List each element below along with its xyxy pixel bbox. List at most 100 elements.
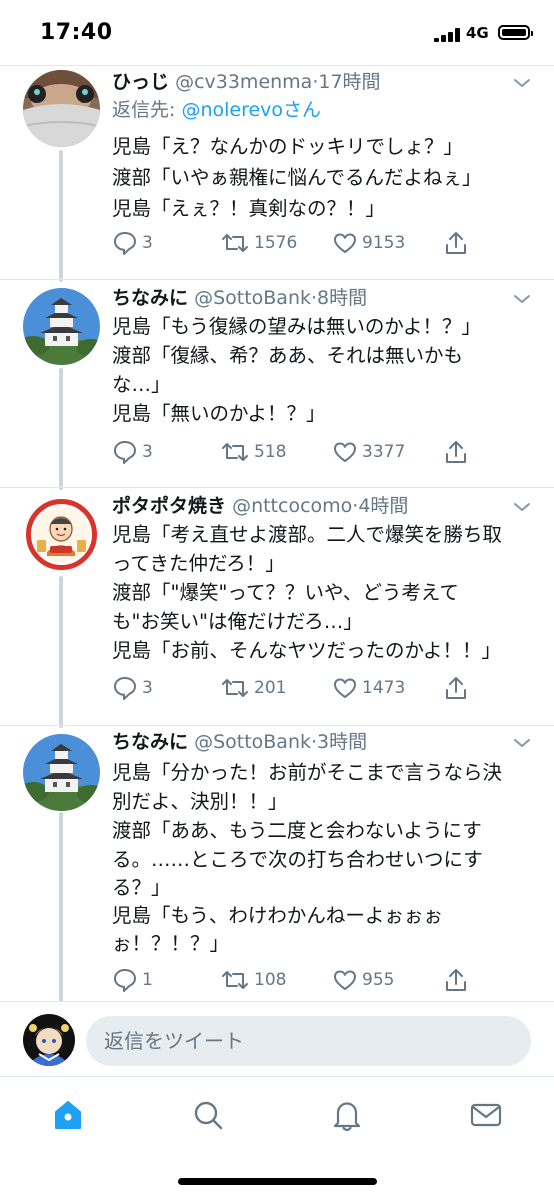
tweet-text-line: な…」 bbox=[112, 373, 171, 396]
tweet-text-line: 児島「無いのかよ！？」 bbox=[112, 402, 326, 425]
like-count: 1473 bbox=[362, 678, 406, 698]
retweet-icon bbox=[222, 234, 248, 252]
tweet-text-line: も"お笑い"は俺だけだろ…」 bbox=[112, 610, 363, 633]
like-button[interactable]: 9153 bbox=[332, 228, 405, 258]
tweet[interactable]: ちなみに @SottoBank·8時間 児島「もう復縁の望みは無いのかよ！？」 … bbox=[0, 280, 554, 488]
tweet-actions: 1 108 955 bbox=[0, 965, 554, 995]
home-indicator bbox=[178, 1178, 377, 1185]
reply-icon bbox=[114, 969, 136, 992]
notifications-icon[interactable] bbox=[329, 1097, 365, 1133]
reply-count: 3 bbox=[142, 442, 153, 462]
tweet-header: ひっじ @cv33menma·17時間 bbox=[112, 68, 381, 96]
display-name[interactable]: ひっじ bbox=[112, 71, 169, 93]
tweet-actions: 3 201 1473 bbox=[0, 673, 554, 703]
tweet-header: ちなみに @SottoBank·3時間 bbox=[112, 728, 367, 756]
chevron-down-icon[interactable] bbox=[512, 500, 532, 514]
share-icon bbox=[446, 677, 466, 699]
like-button[interactable]: 1473 bbox=[332, 673, 405, 703]
reply-to-link[interactable]: @nolerevoさん bbox=[181, 99, 321, 121]
share-button[interactable] bbox=[443, 673, 469, 703]
tweet-header: ポタポタ焼き @nttcocomo·4時間 bbox=[112, 492, 408, 520]
handle[interactable]: @cv33menma bbox=[175, 71, 312, 93]
retweet-icon bbox=[222, 971, 248, 989]
share-button[interactable] bbox=[443, 965, 469, 995]
reply-count: 3 bbox=[142, 233, 153, 253]
reply-count: 1 bbox=[142, 970, 153, 990]
search-icon[interactable] bbox=[190, 1097, 226, 1133]
tweet-text-line: ぉ！？！？」 bbox=[112, 932, 230, 955]
retweet-count: 201 bbox=[254, 678, 287, 698]
avatar[interactable] bbox=[23, 70, 100, 147]
timestamp: 8時間 bbox=[317, 287, 368, 309]
heart-icon bbox=[334, 678, 356, 698]
replying-to: 返信先: @nolerevoさん bbox=[112, 96, 321, 124]
reply-icon bbox=[114, 677, 136, 700]
heart-icon bbox=[334, 233, 356, 253]
like-count: 3377 bbox=[362, 442, 406, 462]
retweet-button[interactable]: 201 bbox=[220, 673, 286, 703]
share-icon bbox=[446, 441, 466, 463]
tweet-text-line: る。……ところで次の打ち合わせいつにす bbox=[112, 848, 483, 871]
reply-button[interactable]: 3 bbox=[112, 437, 153, 467]
tweet-text-line: 児島「お前、そんなヤツだったのかよ！！」 bbox=[112, 639, 502, 662]
chevron-down-icon[interactable] bbox=[512, 292, 532, 306]
avatar[interactable] bbox=[23, 496, 100, 573]
like-count: 9153 bbox=[362, 233, 406, 253]
timestamp: 17時間 bbox=[318, 71, 381, 93]
retweet-icon bbox=[222, 443, 248, 461]
heart-icon bbox=[334, 970, 356, 990]
replying-to-label: 返信先: bbox=[112, 99, 182, 121]
chevron-down-icon[interactable] bbox=[512, 736, 532, 750]
retweet-count: 518 bbox=[254, 442, 287, 462]
reply-count: 3 bbox=[142, 678, 153, 698]
retweet-button[interactable]: 518 bbox=[220, 437, 286, 467]
avatar[interactable] bbox=[23, 734, 100, 811]
user-avatar[interactable] bbox=[23, 1014, 75, 1066]
handle[interactable]: @SottoBank bbox=[194, 731, 311, 753]
reply-button[interactable]: 3 bbox=[112, 673, 153, 703]
display-name[interactable]: ちなみに bbox=[112, 731, 188, 753]
tweet-text-line: 渡部「ああ、もう二度と会わないようにす bbox=[112, 819, 482, 842]
tweet-text-line: 児島「もう復縁の望みは無いのかよ！？」 bbox=[112, 315, 481, 338]
tweet-text-line: る？」 bbox=[112, 876, 171, 899]
reply-button[interactable]: 3 bbox=[112, 228, 153, 258]
share-icon bbox=[446, 232, 466, 254]
share-icon bbox=[446, 969, 466, 991]
reply-button[interactable]: 1 bbox=[112, 965, 153, 995]
home-icon[interactable] bbox=[50, 1097, 86, 1133]
tweet-text-line: 児島「分かった！お前がそこまで言うなら決 bbox=[112, 761, 503, 784]
share-button[interactable] bbox=[443, 228, 469, 258]
tweet-text-line: 児島「えぇ？！真剣なの？！」 bbox=[112, 197, 386, 220]
tweet[interactable]: ポタポタ焼き @nttcocomo·4時間 児島「考え直せよ渡部。二人で爆笑を勝… bbox=[0, 488, 554, 726]
retweet-icon bbox=[222, 679, 248, 697]
tweet-text-line: 児島「もう、わけわかんねーよぉぉぉ bbox=[112, 904, 443, 927]
timestamp: 3時間 bbox=[317, 731, 368, 753]
avatar[interactable] bbox=[23, 288, 100, 365]
retweet-button[interactable]: 1576 bbox=[220, 228, 297, 258]
share-button[interactable] bbox=[443, 437, 469, 467]
display-name[interactable]: ポタポタ焼き bbox=[112, 495, 226, 517]
chevron-down-icon[interactable] bbox=[512, 76, 532, 90]
reply-input[interactable]: 返信をツイート bbox=[86, 1016, 531, 1066]
heart-icon bbox=[334, 442, 356, 462]
tweet-text-line: 渡部「いやぁ親権に悩んでるんだよねぇ」 bbox=[112, 166, 482, 189]
like-button[interactable]: 3377 bbox=[332, 437, 405, 467]
tweet-text-line: 別だよ、決別！！」 bbox=[112, 790, 288, 813]
tweet-divider bbox=[0, 1001, 554, 1002]
tweet[interactable]: ちなみに @SottoBank·3時間 児島「分かった！お前がそこまで言うなら決… bbox=[0, 726, 554, 1002]
like-button[interactable]: 955 bbox=[332, 965, 394, 995]
reply-composer: 返信をツイート bbox=[0, 1003, 554, 1075]
tweet[interactable]: ひっじ @cv33menma·17時間 返信先: @nolerevoさん 児島「… bbox=[0, 0, 554, 280]
tweet-header: ちなみに @SottoBank·8時間 bbox=[112, 284, 367, 312]
retweet-count: 1576 bbox=[254, 233, 298, 253]
tweet-text-line: ってきた仲だろ！」 bbox=[112, 552, 285, 575]
reply-placeholder: 返信をツイート bbox=[104, 1029, 244, 1053]
messages-icon[interactable] bbox=[468, 1097, 504, 1133]
retweet-button[interactable]: 108 bbox=[220, 965, 286, 995]
display-name[interactable]: ちなみに bbox=[112, 287, 188, 309]
handle[interactable]: @nttcocomo bbox=[232, 495, 352, 517]
tweet-text-line: 渡部「復縁、希？ああ、それは無いかも bbox=[112, 344, 464, 367]
timestamp: 4時間 bbox=[358, 495, 409, 517]
handle[interactable]: @SottoBank bbox=[194, 287, 311, 309]
tweet-text-line: 渡部「"爆笑"って？？いや、どう考えて bbox=[112, 581, 459, 604]
